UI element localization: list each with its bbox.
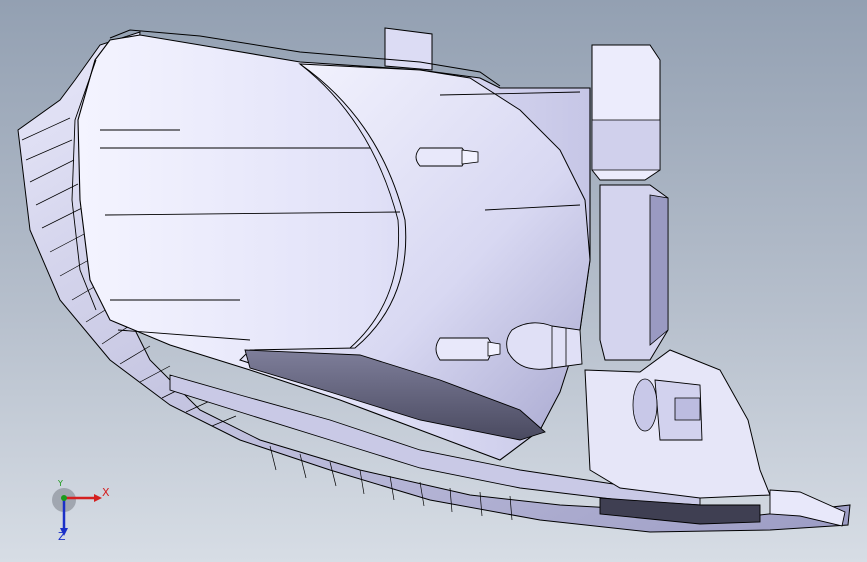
z-axis-label: Z xyxy=(58,530,66,543)
y-axis-dot xyxy=(61,495,67,501)
y-axis-label: Y xyxy=(58,479,63,488)
cad-viewport[interactable]: X Y Z xyxy=(0,0,867,562)
adjuster-face xyxy=(649,194,669,346)
connector-plug xyxy=(632,378,703,441)
rear-socket-face xyxy=(591,119,661,171)
axis-triad: X Y Z xyxy=(40,478,120,548)
headlamp-model[interactable] xyxy=(0,0,867,562)
top-clip-tab xyxy=(384,27,433,71)
bulb-socket-upper xyxy=(415,147,479,167)
x-axis-label: X xyxy=(102,486,110,499)
bulb-socket-lower xyxy=(506,322,583,370)
